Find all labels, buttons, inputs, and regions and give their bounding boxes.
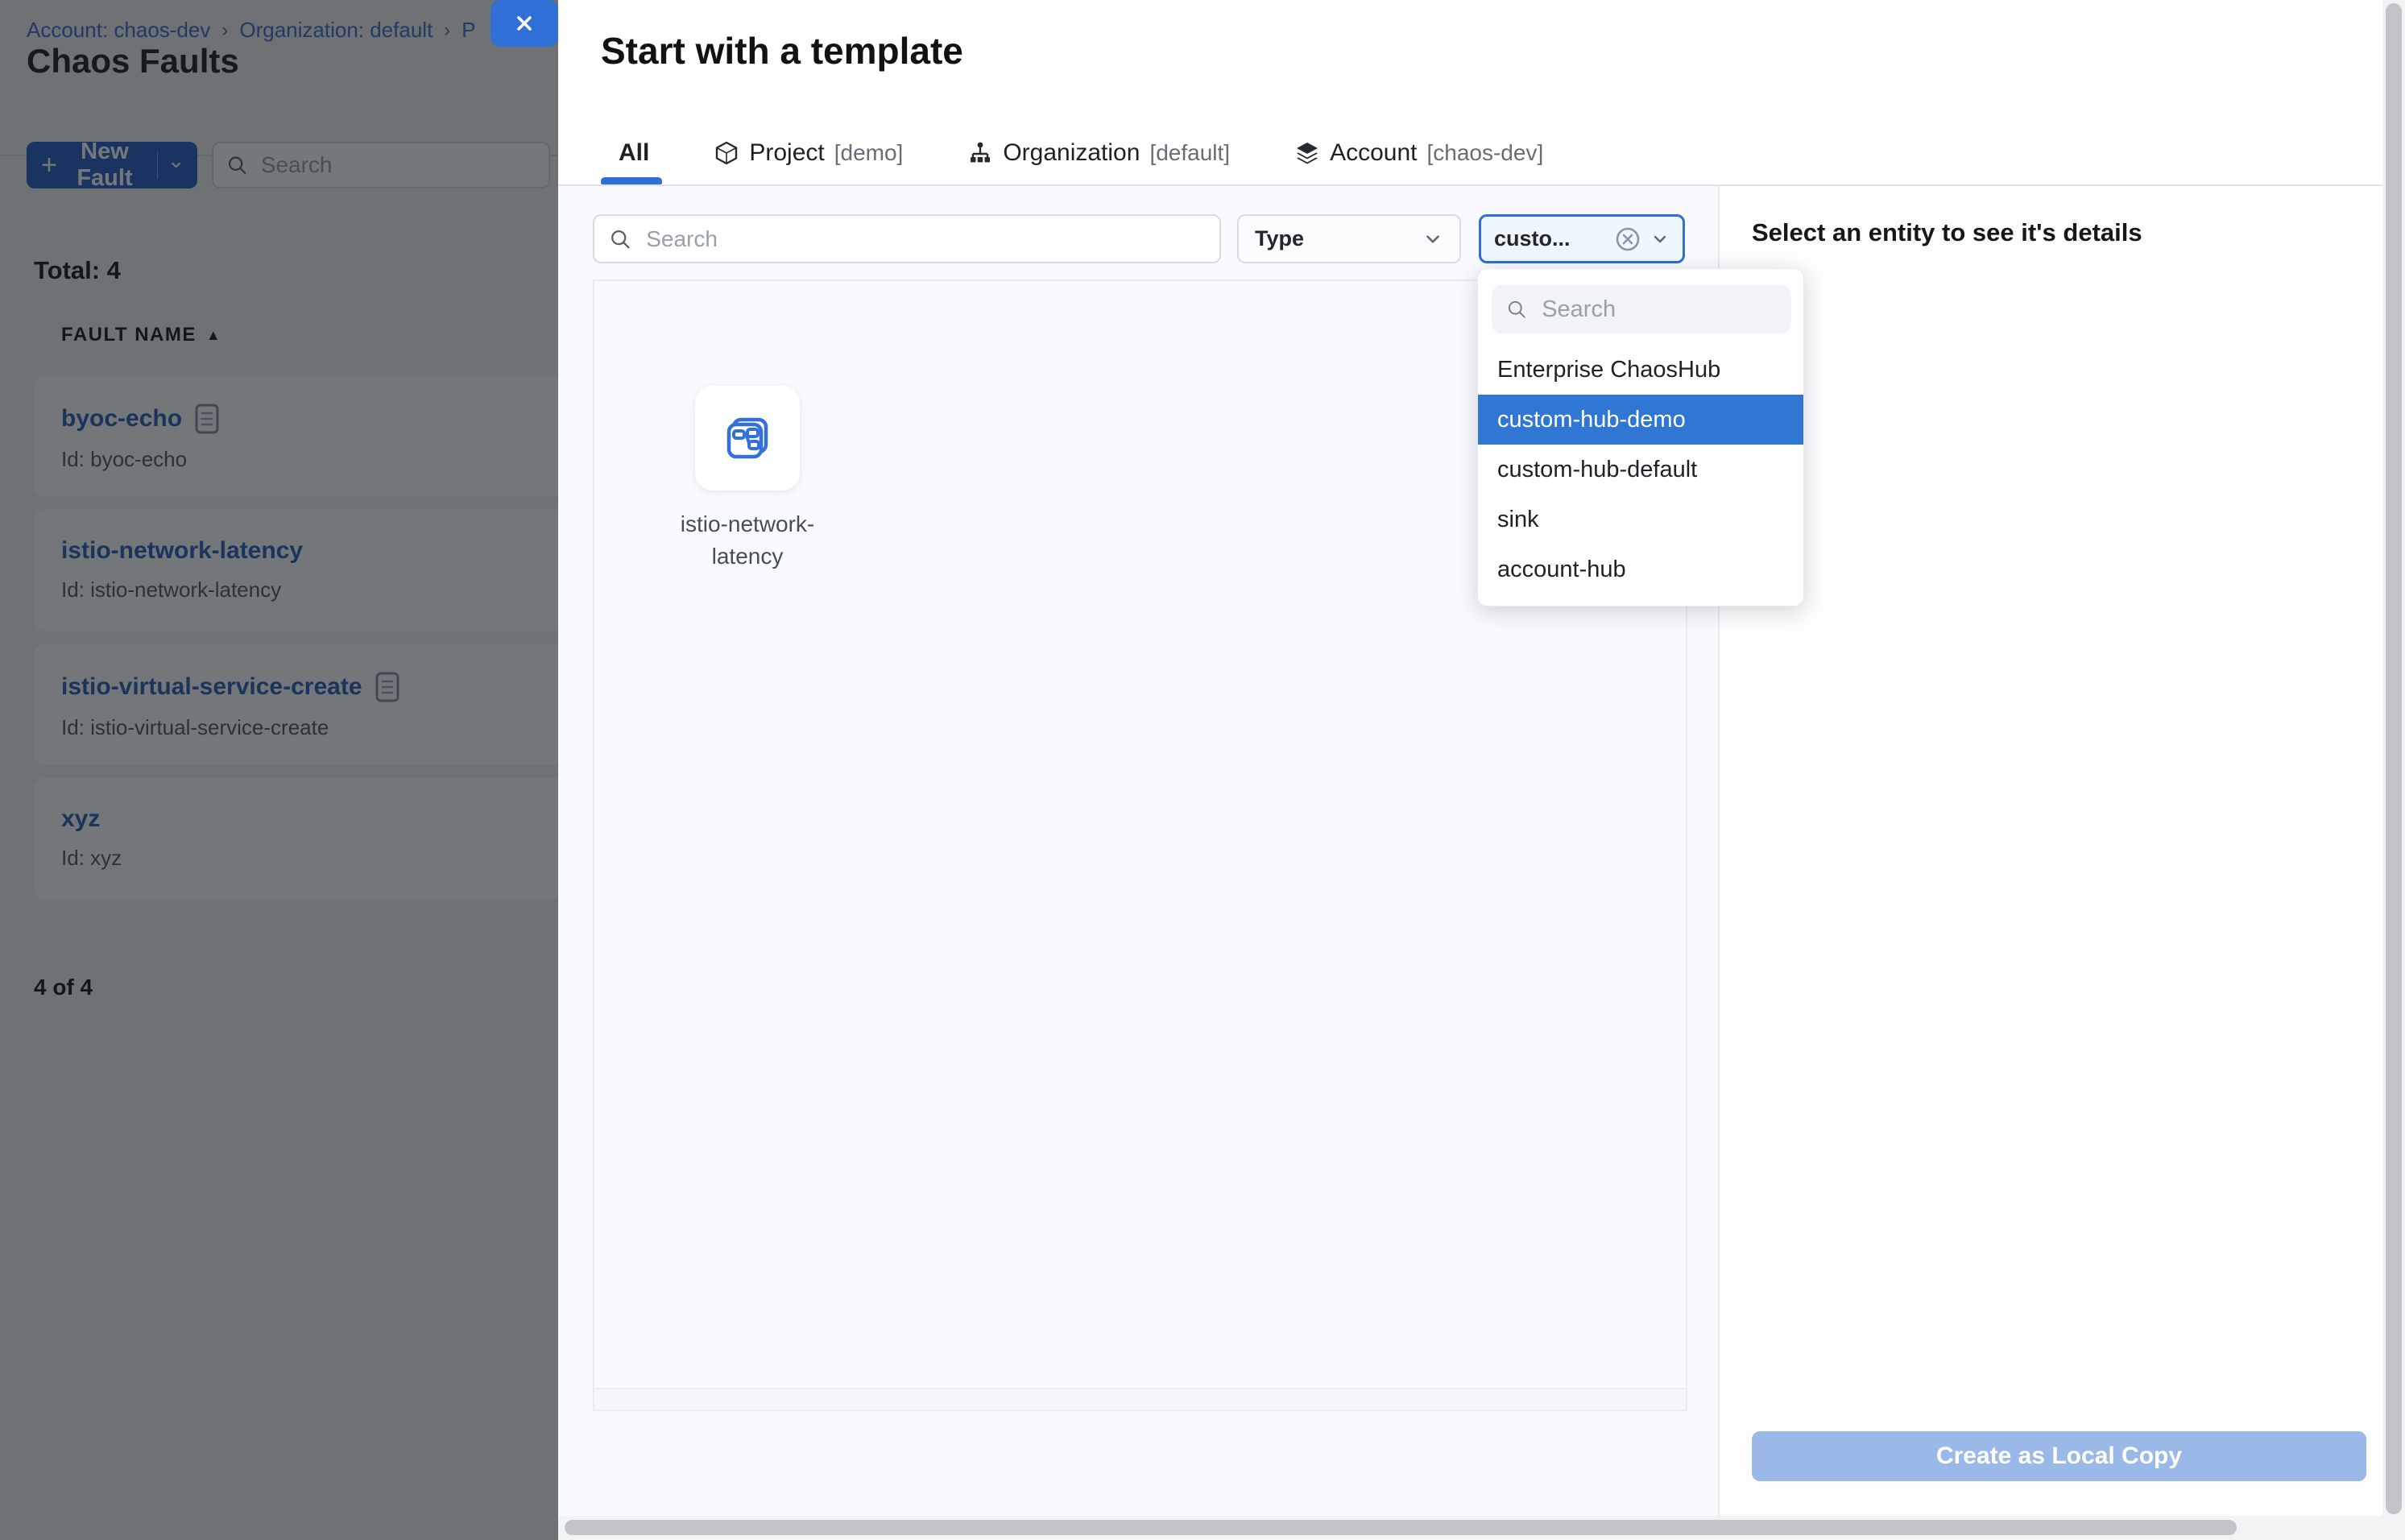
tab-all[interactable]: All [619,139,649,167]
close-icon [512,11,536,35]
search-icon [609,227,631,251]
chevron-down-icon [1650,230,1670,249]
hub-options-list: Enterprise ChaosHub custom-hub-demo cust… [1478,345,1803,594]
tab-organization[interactable]: Organization [default] [967,139,1230,167]
template-search-input[interactable] [644,226,1205,253]
tab-label: All [619,139,649,167]
hub-dropdown-search-input[interactable] [1540,296,1777,324]
vertical-scrollbar-track[interactable] [2382,0,2405,1540]
search-icon [1506,297,1527,321]
tab-label: Account [1330,139,1417,167]
tab-scope: [default] [1149,140,1230,166]
hub-option-enterprise-chaoshub[interactable]: Enterprise ChaosHub [1478,345,1803,395]
cube-icon [714,140,739,166]
modal-title: Start with a template [601,29,963,72]
create-as-local-copy-button[interactable]: Create as Local Copy [1752,1431,2366,1481]
hub-option-sink[interactable]: sink [1478,495,1803,544]
tab-label: Project [749,139,824,167]
clear-filter-icon[interactable] [1613,225,1642,254]
tab-scope: [demo] [834,140,904,166]
start-with-template-modal: Start with a template All Project [demo]… [558,0,2382,1540]
type-filter-label: Type [1255,226,1304,251]
horizontal-scrollbar-track[interactable] [558,1516,2382,1540]
hub-option-custom-hub-default[interactable]: custom-hub-default [1478,445,1803,495]
chaoshub-dropdown-panel: Enterprise ChaosHub custom-hub-demo cust… [1477,268,1804,606]
chaoshub-filter-dropdown[interactable]: custo... [1479,214,1685,263]
tab-account[interactable]: Account [chaos-dev] [1294,139,1543,167]
entity-details-panel: Select an entity to see it's details Cre… [1718,186,2382,1516]
template-browser: Type custo... istio-network-latency [558,186,1718,1516]
vertical-scrollbar-thumb[interactable] [2386,3,2402,1514]
type-filter-dropdown[interactable]: Type [1237,214,1461,263]
tab-project[interactable]: Project [demo] [714,139,903,167]
grid-footer [593,1388,1687,1411]
hub-option-account-hub[interactable]: account-hub [1478,544,1803,594]
template-search-field [593,214,1221,263]
chevron-down-icon [1422,229,1443,250]
hub-option-custom-hub-demo[interactable]: custom-hub-demo [1478,395,1803,445]
screen: Account: chaos-dev › Organization: defau… [0,0,2405,1540]
chaoshub-filter-value: custo... [1494,226,1613,251]
horizontal-scrollbar-thumb[interactable] [565,1520,2237,1535]
org-chart-icon [967,140,993,166]
template-icon [721,412,774,465]
layers-icon [1294,140,1320,166]
hub-dropdown-search-field [1492,285,1791,333]
close-button[interactable] [491,0,558,47]
scope-tabs: All Project [demo] Organization [default… [619,121,1543,185]
template-card-istio-network-latency[interactable]: istio-network-latency [670,386,825,573]
template-name: istio-network-latency [670,508,825,573]
template-icon-box [695,386,800,491]
tab-label: Organization [1003,139,1140,167]
tab-scope: [chaos-dev] [1426,140,1543,166]
details-placeholder-text: Select an entity to see it's details [1752,218,2142,247]
